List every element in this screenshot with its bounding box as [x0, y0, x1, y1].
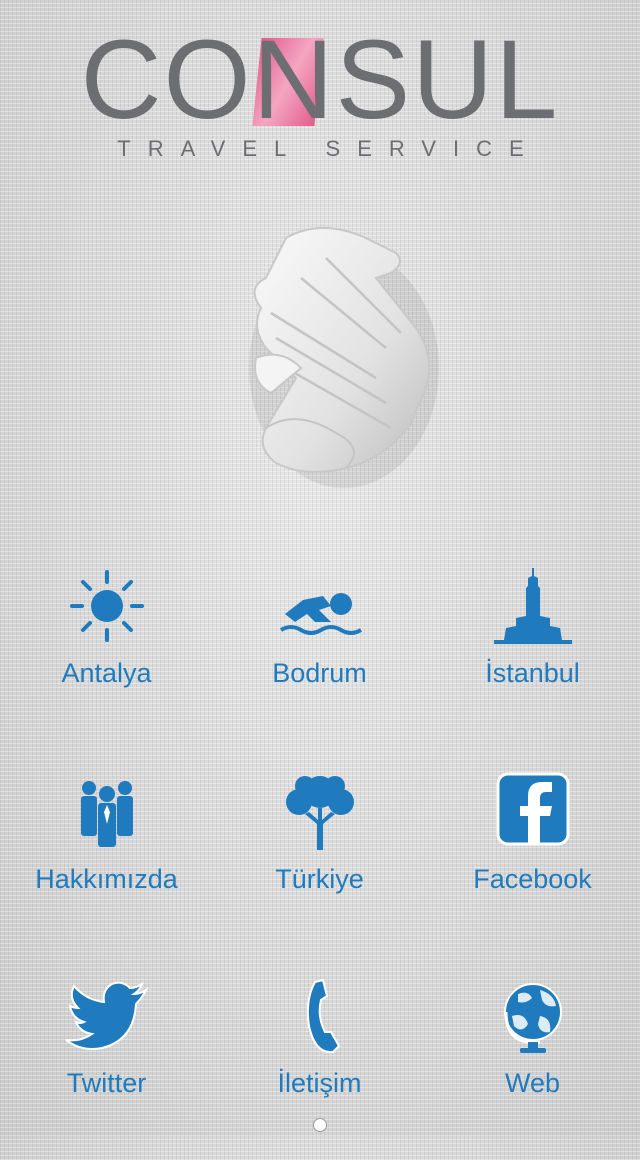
- sun-icon: [69, 570, 144, 642]
- globe-icon: [503, 983, 562, 1053]
- menu-item-label: İstanbul: [485, 658, 580, 688]
- menu-item-label: Bodrum: [272, 658, 367, 688]
- menu-item-label: Hakkımızda: [35, 864, 178, 894]
- facebook-icon: [496, 772, 569, 846]
- menu-item-label: Antalya: [61, 658, 152, 688]
- logo-wordmark: CO NSUL: [80, 17, 560, 142]
- maiden-tower-icon: [493, 568, 572, 644]
- menu-item-label: Web: [504, 1068, 561, 1098]
- twitter-bird-icon: [64, 981, 149, 1050]
- gloved-hands-image: [249, 227, 439, 488]
- menu-item-hakkimizda[interactable]: Hakkımızda: [0, 766, 213, 956]
- menu-item-facebook[interactable]: Facebook: [426, 766, 639, 956]
- swimmer-icon: [279, 593, 362, 635]
- tree-icon: [285, 776, 354, 850]
- app-logo: CO NSUL TRAVEL SERVICE: [0, 17, 640, 162]
- menu-item-twitter[interactable]: Twitter: [0, 970, 213, 1160]
- menu-item-antalya[interactable]: Antalya: [0, 560, 213, 750]
- menu-item-label: Türkiye: [275, 864, 364, 894]
- menu-item-label: İletişim: [277, 1068, 362, 1098]
- menu-item-label: Twitter: [66, 1068, 147, 1098]
- page-indicator-dot: [313, 1118, 327, 1132]
- menu-item-web[interactable]: Web: [426, 970, 639, 1160]
- menu-item-turkiye[interactable]: Türkiye: [213, 766, 426, 956]
- menu-item-label: Facebook: [473, 864, 592, 894]
- menu-item-istanbul[interactable]: İstanbul: [426, 560, 639, 750]
- phone-icon: [306, 978, 340, 1054]
- menu-item-bodrum[interactable]: Bodrum: [213, 560, 426, 750]
- people-icon: [80, 781, 133, 847]
